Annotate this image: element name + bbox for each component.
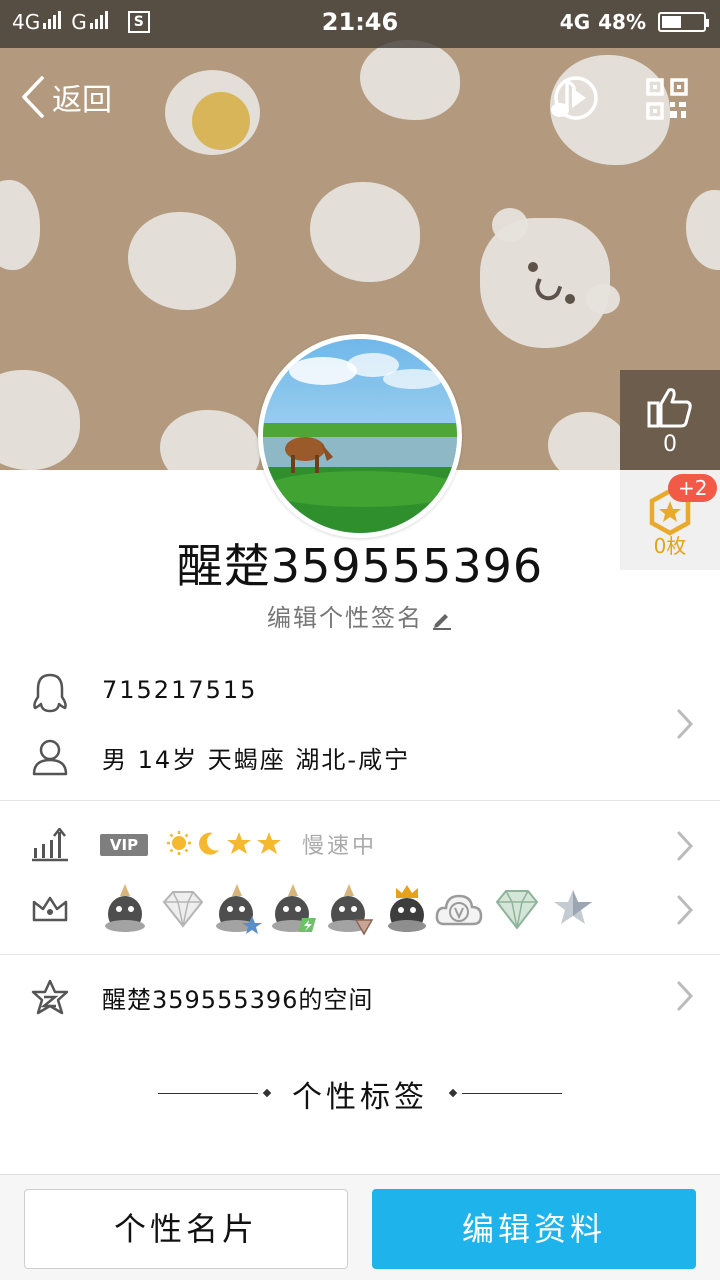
star-icon — [227, 832, 251, 854]
tag-title-line-right — [462, 1093, 562, 1094]
grey-star-medal-icon — [554, 890, 592, 924]
divider — [0, 954, 720, 955]
chevron-right-icon — [677, 981, 694, 1011]
bottom-action-bar: 个性名片 编辑资料 — [0, 1174, 720, 1280]
avatar[interactable] — [258, 334, 462, 538]
star-icon — [257, 832, 281, 854]
chevron-right-icon — [677, 831, 694, 861]
like-button[interactable]: 0 — [620, 370, 720, 470]
penguin-medal-icon — [105, 884, 145, 932]
bear-eye — [565, 294, 575, 304]
network-4g-icon: 4G — [559, 10, 591, 34]
like-count: 0 — [663, 432, 677, 457]
battery-icon — [658, 12, 709, 32]
back-button[interactable]: 返回 — [20, 74, 112, 120]
vip-tag: VIP — [100, 834, 148, 856]
pencil-icon — [433, 614, 451, 630]
dumpling-decoration — [0, 180, 40, 270]
person-icon — [32, 739, 68, 776]
profile-details: 男 14岁 天蝎座 湖北-咸宁 — [102, 746, 411, 774]
vip-speed-status: 慢速中 — [302, 834, 378, 859]
qzone-label: 醒楚359555396的空间 — [102, 986, 374, 1014]
egg-yolk — [192, 92, 250, 150]
dumpling-decoration — [160, 410, 260, 470]
badge-new-count: +2 — [668, 474, 718, 502]
dumpling-decoration — [548, 412, 628, 470]
basic-info-row[interactable]: 715217515 男 14岁 天蝎座 湖北-咸宁 — [0, 662, 720, 792]
penguin-gem-medal-icon — [328, 884, 374, 936]
penguin-bolt-medal-icon — [272, 884, 316, 932]
level-chart-icon — [32, 828, 68, 862]
qr-code-button[interactable] — [646, 78, 688, 120]
dumpling-decoration — [310, 182, 420, 282]
sun-icon — [167, 831, 191, 855]
edit-profile-button[interactable]: 编辑资料 — [372, 1189, 696, 1269]
dumpling-decoration — [360, 40, 460, 120]
edit-signature-button[interactable]: 编辑个性签名 — [0, 598, 720, 633]
battery-percent: 48% — [598, 10, 646, 34]
chevron-left-icon — [22, 76, 44, 118]
thumbs-up-icon — [647, 388, 692, 428]
qzone-row[interactable]: 醒楚359555396的空间 — [0, 962, 720, 1032]
back-label: 返回 — [52, 83, 112, 118]
crown-icon — [32, 896, 68, 922]
divider — [0, 800, 720, 801]
diamond-medal-icon — [162, 891, 204, 928]
qzone-star-icon — [31, 979, 69, 1015]
green-diamond-medal-icon — [495, 890, 539, 930]
battery-fill — [662, 16, 681, 28]
qr-code-icon — [646, 78, 688, 120]
bear-ear — [492, 208, 528, 242]
penguin-star-medal-icon — [216, 884, 262, 934]
moon-icon — [199, 832, 219, 855]
nickname: 醒楚359555396 — [176, 539, 544, 593]
bear-ear — [586, 284, 620, 314]
bear-eye — [528, 262, 538, 272]
penguin-crown-medal-icon — [388, 885, 426, 932]
tags-section-title: 个性标签 — [292, 1080, 428, 1115]
chevron-right-icon — [677, 895, 694, 925]
chevron-right-icon — [677, 709, 694, 739]
cloud-v-medal-icon — [435, 894, 483, 926]
dumpling-decoration — [128, 212, 236, 310]
qq-penguin-icon — [33, 673, 67, 713]
dumpling-decoration — [0, 370, 80, 470]
dumpling-decoration — [686, 190, 720, 270]
music-play-icon — [551, 76, 598, 120]
qq-number: 715217515 — [102, 676, 258, 704]
avatar-image — [263, 339, 457, 533]
status-bar: 4G G S 21:46 4G 48% — [0, 0, 720, 48]
signature-label: 编辑个性签名 — [267, 604, 423, 632]
profile-card-button[interactable]: 个性名片 — [24, 1189, 348, 1269]
music-play-button[interactable] — [546, 74, 600, 124]
level-icons — [166, 830, 282, 856]
